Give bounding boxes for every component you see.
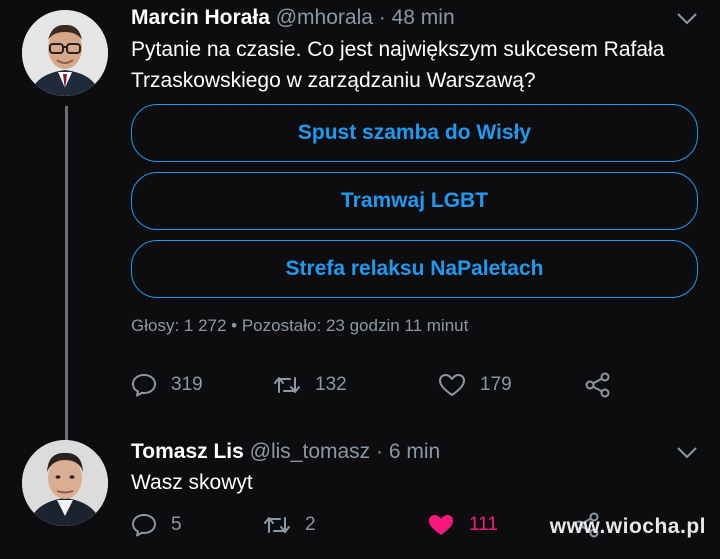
reply-button[interactable]: 5 (131, 513, 263, 537)
watermark: www.wiocha.pl (549, 515, 706, 538)
reply-button[interactable]: 319 (131, 373, 273, 397)
reply-count: 5 (171, 514, 182, 535)
tweet-timestamp[interactable]: 48 min (392, 6, 455, 29)
tweet-actions: 5 2 111 (131, 512, 601, 538)
reply-icon (132, 514, 156, 537)
retweet-icon (274, 377, 300, 393)
like-button[interactable]: 179 (438, 373, 584, 397)
reply-icon (132, 374, 156, 397)
share-icon (585, 372, 610, 398)
retweet-button[interactable]: 2 (263, 514, 427, 536)
share-button[interactable] (584, 372, 612, 398)
thread-connector-line (65, 106, 68, 442)
poll-option-3[interactable]: Strefa relaksu NaPaletach (131, 240, 698, 298)
retweet-icon (264, 517, 290, 533)
avatar-marcin-horala[interactable] (22, 10, 108, 96)
like-count: 111 (469, 514, 498, 535)
tweet-header: Marcin Horała @mhorala · 48 min (131, 6, 455, 30)
separator-dot: · (378, 6, 386, 29)
author-name[interactable]: Marcin Horała (131, 6, 270, 29)
author-handle[interactable]: @lis_tomasz (250, 440, 371, 463)
tweet-timestamp[interactable]: 6 min (389, 440, 440, 463)
heart-filled-icon (429, 515, 453, 535)
tweet-text: Wasz skowyt (131, 471, 253, 494)
tweet-actions: 319 132 179 (131, 372, 612, 398)
poll-option-1[interactable]: Spust szamba do Wisły (131, 104, 698, 162)
tweet-header: Tomasz Lis @lis_tomasz · 6 min (131, 440, 440, 464)
retweet-count: 2 (305, 514, 316, 535)
chevron-down-icon[interactable] (676, 446, 698, 460)
avatar-tomasz-lis[interactable] (22, 440, 108, 526)
reply-count: 319 (171, 374, 203, 395)
tweet-text: Pytanie na czasie. Co jest największym s… (131, 38, 665, 92)
poll-option-2[interactable]: Tramwaj LGBT (131, 172, 698, 230)
like-count: 179 (480, 374, 512, 395)
author-name[interactable]: Tomasz Lis (131, 440, 244, 463)
author-handle[interactable]: @mhorala (276, 6, 373, 29)
retweet-count: 132 (315, 374, 347, 395)
poll-meta: Głosy: 1 272 • Pozostało: 23 godzin 11 m… (131, 316, 469, 335)
heart-icon (439, 374, 465, 396)
chevron-down-icon[interactable] (676, 12, 698, 26)
separator-dot: · (376, 440, 384, 463)
retweet-button[interactable]: 132 (273, 374, 438, 396)
